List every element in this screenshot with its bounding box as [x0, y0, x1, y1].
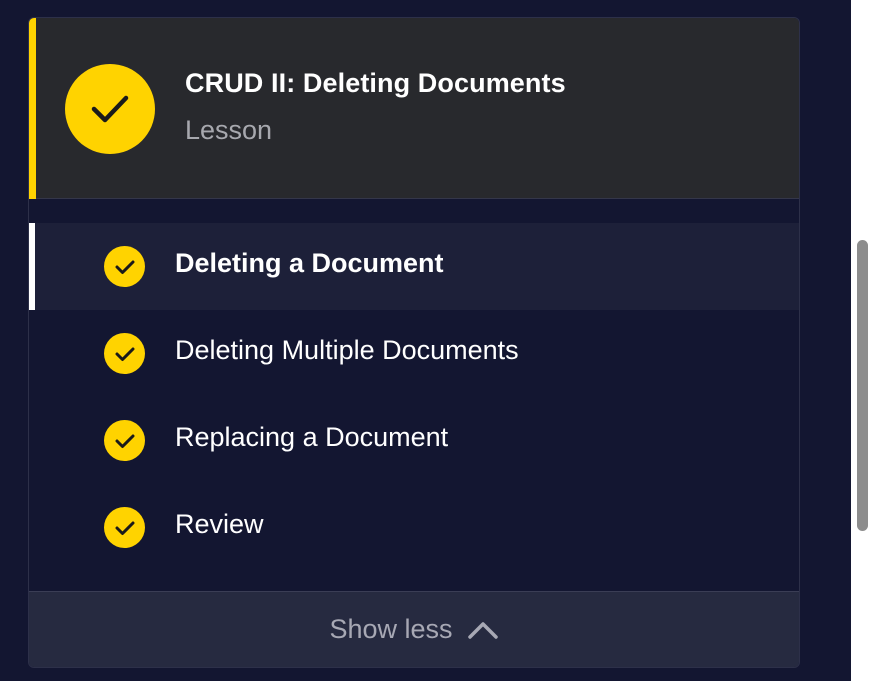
chevron-up-icon — [467, 620, 499, 640]
list-item[interactable]: Replacing a Document — [29, 397, 799, 484]
lesson-card: CRUD II: Deleting Documents Lesson Delet… — [28, 17, 800, 668]
list-item-label: Review — [175, 509, 264, 539]
lesson-header[interactable]: CRUD II: Deleting Documents Lesson — [29, 18, 799, 199]
check-circle-icon — [104, 333, 145, 374]
lesson-type-label: Lesson — [185, 115, 273, 145]
list-item[interactable]: Review — [29, 484, 799, 571]
lesson-title: CRUD II: Deleting Documents — [185, 68, 566, 98]
show-less-button[interactable]: Show less — [29, 591, 799, 667]
list-item-label: Replacing a Document — [175, 422, 449, 452]
check-circle-icon — [104, 507, 145, 548]
lesson-items-list: Deleting a Document Deleting Multiple Do… — [29, 223, 799, 571]
lesson-accent-bar — [29, 18, 36, 199]
list-item[interactable]: Deleting a Document — [29, 223, 799, 310]
check-circle-icon — [65, 64, 155, 154]
check-circle-icon — [104, 420, 145, 461]
scrollbar-thumb[interactable] — [857, 240, 868, 531]
scrollbar[interactable] — [851, 0, 872, 681]
check-circle-icon — [104, 246, 145, 287]
show-less-label: Show less — [329, 614, 453, 644]
list-item[interactable]: Deleting Multiple Documents — [29, 310, 799, 397]
list-item-label: Deleting Multiple Documents — [175, 335, 519, 365]
list-item-label: Deleting a Document — [175, 248, 444, 278]
